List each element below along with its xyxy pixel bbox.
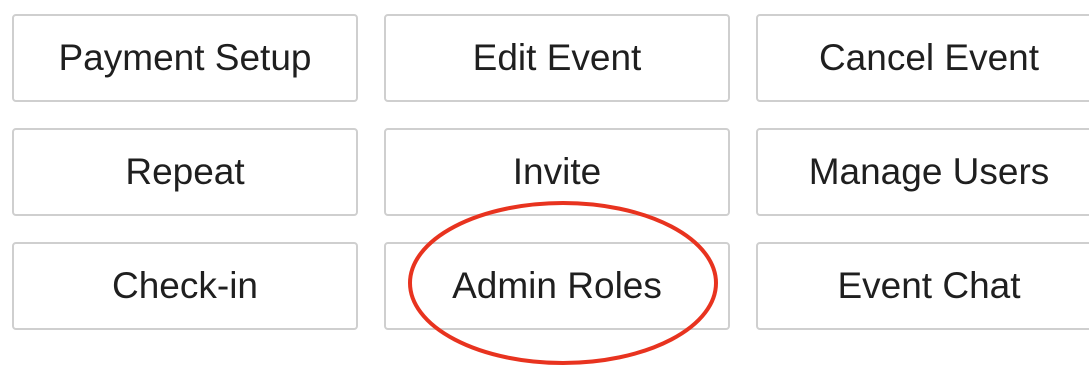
check-in-button[interactable]: Check-in bbox=[12, 242, 358, 330]
payment-setup-button[interactable]: Payment Setup bbox=[12, 14, 358, 102]
event-chat-button[interactable]: Event Chat bbox=[756, 242, 1089, 330]
edit-event-button[interactable]: Edit Event bbox=[384, 14, 730, 102]
repeat-button[interactable]: Repeat bbox=[12, 128, 358, 216]
cancel-event-button[interactable]: Cancel Event bbox=[756, 14, 1089, 102]
invite-button[interactable]: Invite bbox=[384, 128, 730, 216]
event-actions-grid: Payment Setup Edit Event Cancel Event Re… bbox=[0, 0, 1089, 367]
admin-roles-button[interactable]: Admin Roles bbox=[384, 242, 730, 330]
manage-users-button[interactable]: Manage Users bbox=[756, 128, 1089, 216]
